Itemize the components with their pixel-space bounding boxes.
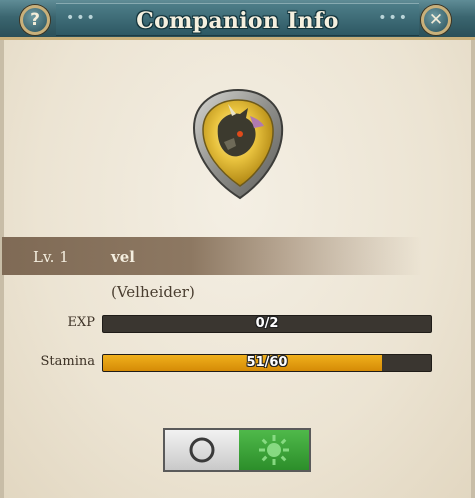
companion-emblem-icon bbox=[192, 88, 284, 200]
help-button[interactable]: ? bbox=[20, 5, 50, 35]
exp-bar: 0/2 bbox=[102, 315, 432, 333]
title-plate: Companion Info bbox=[56, 3, 419, 36]
exp-value: 0/2 bbox=[255, 316, 279, 331]
toggle-off-option[interactable] bbox=[165, 430, 239, 470]
title-bar: Companion Info ••• ••• ? ✕ bbox=[0, 0, 475, 40]
window-title: Companion Info bbox=[136, 8, 339, 34]
stamina-label: Stamina bbox=[40, 354, 96, 369]
toggle-on-option[interactable] bbox=[239, 430, 309, 470]
decor-dots-left: ••• bbox=[66, 10, 97, 26]
stamina-bar: 51/60 bbox=[102, 354, 432, 372]
help-icon: ? bbox=[30, 10, 40, 30]
mode-toggle[interactable] bbox=[163, 428, 311, 472]
circle-icon bbox=[189, 437, 215, 463]
decor-dots-right: ••• bbox=[378, 10, 409, 26]
close-button[interactable]: ✕ bbox=[421, 5, 451, 35]
sun-icon bbox=[259, 435, 289, 465]
stamina-value: 51/60 bbox=[246, 355, 288, 370]
companion-name: vel bbox=[111, 248, 135, 266]
exp-label: EXP bbox=[67, 315, 96, 330]
level-text: Lv. 1 bbox=[33, 248, 69, 266]
close-icon: ✕ bbox=[428, 10, 444, 30]
companion-species: (Velheider) bbox=[111, 283, 195, 301]
